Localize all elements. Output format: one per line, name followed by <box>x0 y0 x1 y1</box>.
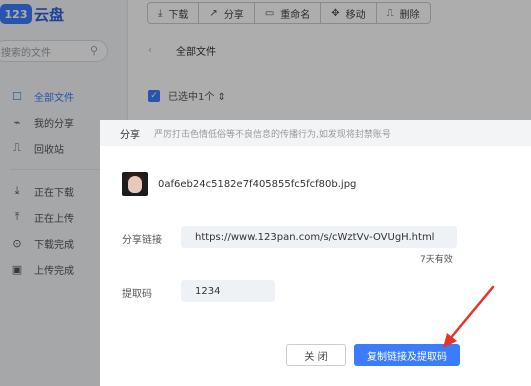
app-window: 123 云盘 搜索的文件 ⚲ ☐ 全部文件 ⌁ 我的分享 ⎍ 回收站 ⤓ 正在下… <box>0 0 531 386</box>
expiry-text: 7天有效 <box>420 255 453 265</box>
shared-file-row: 0af6eb24c5182e7f405855fc5fcf80b.jpg <box>122 172 356 196</box>
file-name: 0af6eb24c5182e7f405855fc5fcf80b.jpg <box>158 178 357 190</box>
share-link-field[interactable]: https://www.123pan.com/s/cWztVv-OVUgH.ht… <box>181 226 457 248</box>
share-link-label: 分享链接 <box>122 235 162 246</box>
dialog-header: 分享 严厉打击色情低俗等不良信息的传播行为,如发现将封禁账号 <box>100 120 531 146</box>
close-button[interactable]: 关 闭 <box>286 344 346 366</box>
extraction-code-label: 提取码 <box>122 289 152 300</box>
image-thumbnail <box>122 172 148 196</box>
share-dialog: 分享 严厉打击色情低俗等不良信息的传播行为,如发现将封禁账号 0af6eb24c… <box>100 120 531 386</box>
copy-link-and-code-button[interactable]: 复制链接及提取码 <box>354 344 460 366</box>
dialog-title: 分享 <box>120 129 140 141</box>
dialog-notice: 严厉打击色情低俗等不良信息的传播行为,如发现将封禁账号 <box>154 129 391 140</box>
extraction-code-field[interactable]: 1234 <box>181 280 275 302</box>
